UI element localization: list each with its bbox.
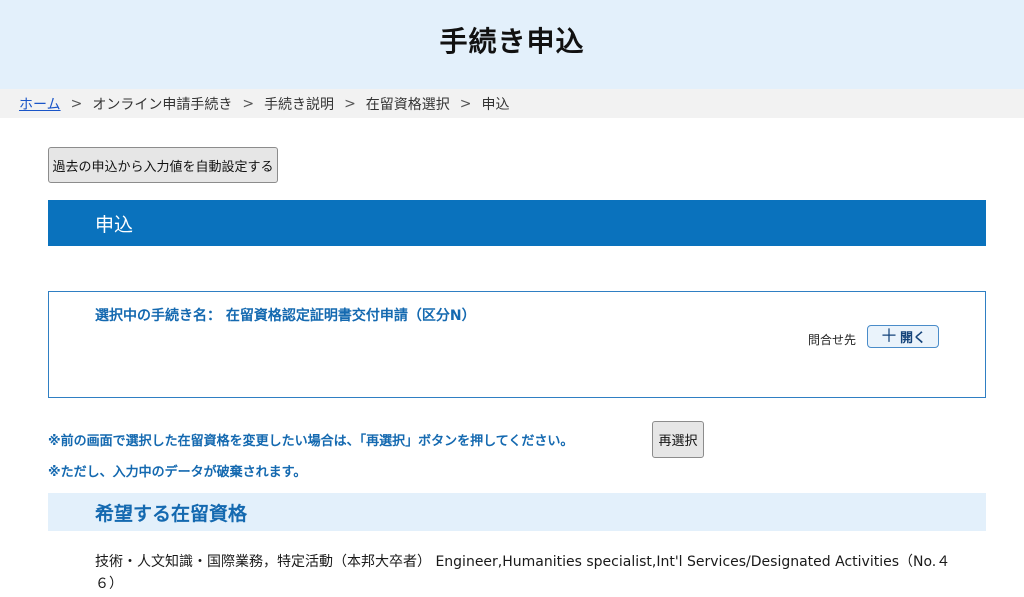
breadcrumb-separator: > [344,95,356,112]
breadcrumb-item-status-selection: 在留資格選択 [365,96,450,113]
reselect-note: ※前の画面で選択した在留資格を変更したい場合は、「再選択」ボタンを押してください… [48,434,574,449]
breadcrumb: ホーム > オンライン申請手続き > 手続き説明 > 在留資格選択 > 申込 [0,89,1024,118]
page-title: 手続き申込 [439,25,585,58]
breadcrumb-separator: > [242,95,255,112]
selected-procedure: 選択中の手続き名： 在留資格認定証明書交付申請（区分N） [95,305,476,325]
desired-status-header: 希望する在留資格 [48,493,986,531]
section-title: 申込 [95,213,134,236]
autofill-from-past-button[interactable]: 過去の申込から入力値を自動設定する [48,147,278,183]
breadcrumb-separator: > [70,95,83,112]
plus-icon: ＋ [879,325,898,347]
contact-open-button[interactable]: ＋ 開く [867,325,939,348]
breadcrumb-separator: > [459,95,472,112]
procedure-info-box: 選択中の手続き名： 在留資格認定証明書交付申請（区分N） 問合せ先 ＋ 開く [48,291,986,398]
desired-status-title: 希望する在留資格 [95,502,248,525]
contact-open-label: 開く [899,331,926,346]
section-header-application: 申込 [48,200,986,246]
contact-label: 問合せ先 [808,333,857,347]
selected-procedure-name: 在留資格認定証明書交付申請（区分N） [225,308,476,324]
breadcrumb-item-current: 申込 [481,96,510,113]
breadcrumb-item-procedure-description: 手続き説明 [264,96,335,113]
data-discard-note: ※ただし、入力中のデータが破棄されます。 [48,465,307,480]
breadcrumb-item-online-application: オンライン申請手続き [92,96,233,113]
selected-procedure-label: 選択中の手続き名： [95,308,221,324]
desired-status-value: 技術・人文知識・国際業務，特定活動（本邦大卒者） Engineer,Humani… [95,554,951,592]
page-header: 手続き申込 [0,0,1024,89]
breadcrumb-home-link[interactable]: ホーム [19,94,61,114]
reselect-button[interactable]: 再選択 [652,421,704,458]
